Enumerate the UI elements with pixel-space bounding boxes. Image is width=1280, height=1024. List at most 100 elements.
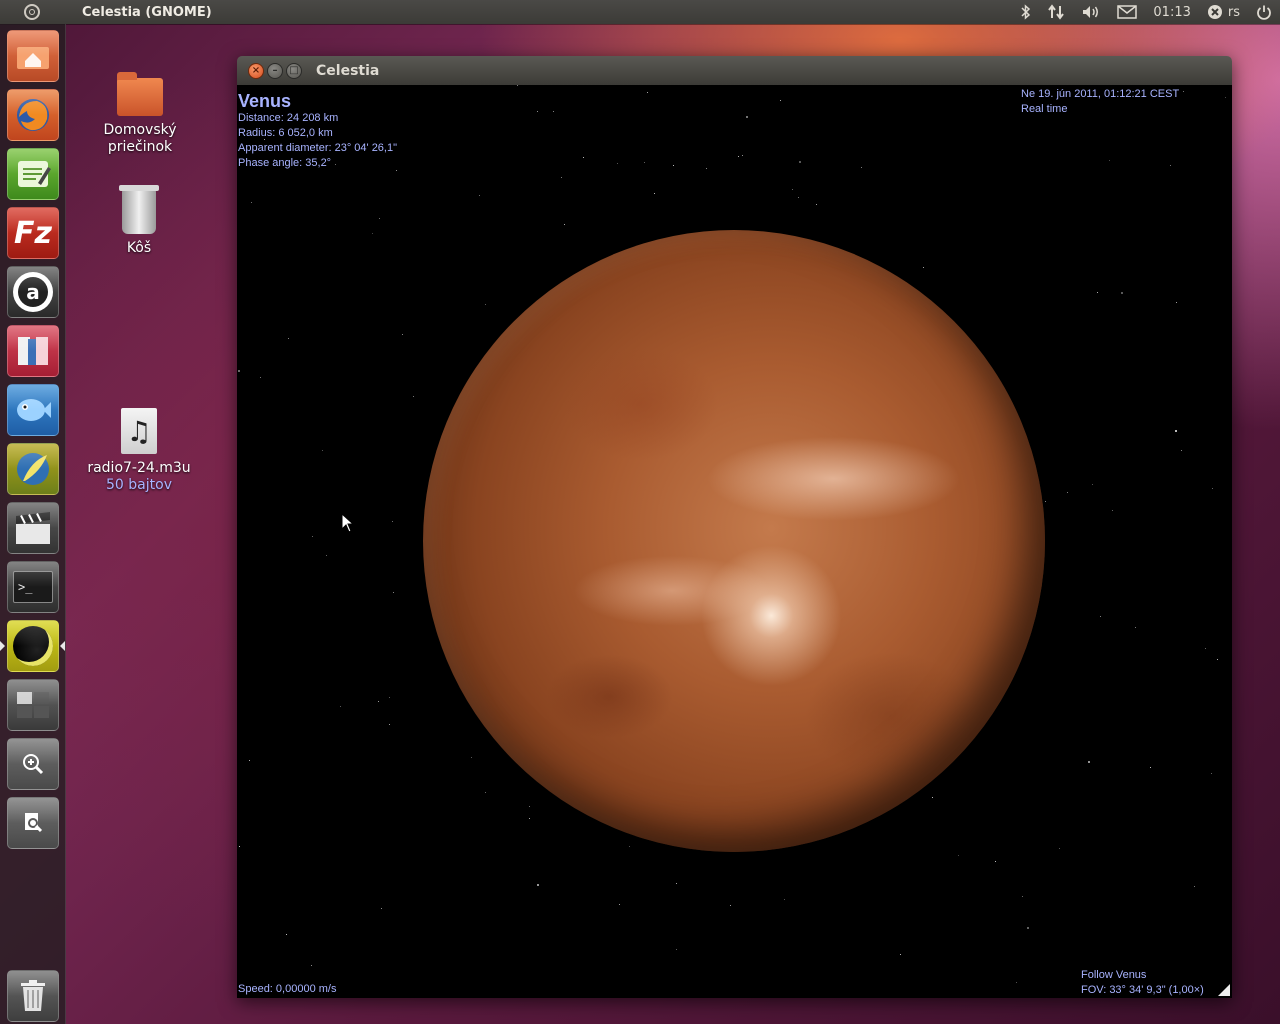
star — [1121, 292, 1123, 294]
star — [260, 377, 261, 378]
desktop-icon-trash[interactable]: Kôš — [84, 185, 194, 257]
star — [629, 846, 630, 847]
launcher-celestia[interactable] — [7, 620, 59, 672]
messaging-indicator[interactable] — [1109, 0, 1145, 24]
trash-icon — [21, 980, 45, 1011]
home-folder-icon — [117, 72, 163, 116]
minimize-button[interactable]: – — [267, 62, 283, 79]
star — [780, 100, 781, 101]
star — [485, 304, 486, 305]
star — [1170, 165, 1171, 166]
star — [288, 338, 289, 339]
star — [485, 792, 486, 793]
launcher-feather[interactable] — [7, 443, 59, 495]
workspace-switcher-icon — [17, 692, 49, 718]
star — [286, 934, 287, 935]
trash-icon — [119, 185, 159, 234]
user-status-icon — [1207, 5, 1222, 19]
star — [392, 521, 393, 522]
text-editor-icon — [18, 161, 51, 187]
launcher-home-folder[interactable] — [7, 30, 59, 82]
launcher-applications-lens[interactable] — [7, 738, 59, 790]
star — [1176, 302, 1177, 303]
network-updown-icon — [1048, 4, 1065, 20]
hud-distance: Distance: 24 208 km — [238, 112, 339, 124]
star — [676, 883, 677, 884]
desktop-icon-label: Kôš — [126, 240, 152, 256]
hud-radius: Radius: 6 052,0 km — [238, 127, 333, 139]
envelope-icon — [1117, 5, 1138, 19]
star — [393, 592, 394, 593]
desktop-icon-label: Domovský priečinok — [103, 122, 177, 155]
hud-time-info: Ne 19. jún 2011, 01:12:21 CEST Real time — [1021, 87, 1179, 117]
launcher-audacious[interactable]: a — [7, 266, 59, 318]
star — [816, 204, 817, 205]
close-button[interactable]: × — [248, 62, 264, 79]
desktop-icon-home[interactable]: Domovský priečinok — [85, 72, 195, 156]
maximize-icon: □ — [289, 65, 299, 76]
indicator-area: 01:13 rs — [1013, 0, 1280, 24]
launcher-filezilla[interactable]: Fz — [7, 207, 59, 259]
celestia-icon — [13, 626, 53, 666]
launcher-books[interactable] — [7, 325, 59, 377]
feather-icon — [17, 453, 49, 485]
launcher-terminal[interactable]: >_ — [7, 561, 59, 613]
launcher-fish[interactable] — [7, 384, 59, 436]
resize-grip[interactable] — [1218, 984, 1230, 996]
sound-indicator[interactable] — [1073, 0, 1109, 24]
star — [1022, 896, 1023, 897]
user-name: rs — [1227, 4, 1240, 20]
clapperboard-icon — [16, 512, 50, 544]
launcher-gedit[interactable] — [7, 148, 59, 200]
launcher-firefox[interactable] — [7, 89, 59, 141]
hud-phase-angle: Phase angle: 35,2° — [238, 157, 332, 169]
ubuntu-logo-icon — [24, 4, 40, 20]
star — [249, 760, 250, 761]
star — [1112, 510, 1113, 511]
star — [471, 757, 472, 758]
star — [251, 202, 252, 203]
launcher-trash[interactable] — [7, 970, 59, 1022]
minimize-icon: – — [272, 65, 278, 76]
session-indicator[interactable] — [1248, 0, 1280, 24]
network-indicator[interactable] — [1039, 0, 1073, 24]
hud-time-mode: Real time — [1021, 103, 1068, 115]
hud-follow: Follow Venus — [1081, 969, 1147, 981]
launcher-video-editor[interactable] — [7, 502, 59, 554]
star — [742, 155, 743, 156]
star — [381, 908, 382, 909]
star — [617, 163, 618, 164]
star — [995, 861, 996, 862]
star — [529, 806, 530, 807]
window-titlebar[interactable]: × – □ Celestia — [237, 56, 1232, 86]
star — [923, 267, 924, 268]
dash-button[interactable] — [0, 0, 64, 24]
mouse-pointer-icon — [341, 513, 355, 533]
books-icon — [18, 337, 48, 365]
desktop-icon-label: radio7-24.m3u — [87, 460, 191, 476]
clock-indicator[interactable]: 01:13 — [1145, 0, 1198, 24]
star — [529, 818, 530, 819]
venus-planet[interactable] — [423, 230, 1045, 852]
user-indicator[interactable]: rs — [1199, 0, 1248, 24]
desktop-icon-m3u[interactable]: ♫ radio7-24.m3u 50 bajtov — [84, 408, 194, 494]
audacious-icon: a — [13, 272, 53, 312]
launcher-files-lens[interactable] — [7, 797, 59, 849]
hud-datetime: Ne 19. jún 2011, 01:12:21 CEST — [1021, 88, 1180, 100]
star — [517, 85, 518, 86]
maximize-button[interactable]: □ — [286, 62, 302, 79]
star — [900, 954, 901, 955]
star — [564, 224, 565, 225]
launcher-workspace-switcher[interactable] — [7, 679, 59, 731]
star — [654, 193, 655, 194]
star — [1194, 886, 1195, 887]
star — [792, 189, 793, 190]
star — [1150, 767, 1151, 768]
star — [958, 855, 959, 856]
bluetooth-indicator[interactable] — [1013, 0, 1039, 24]
star — [312, 536, 313, 537]
celestia-viewport[interactable]: Venus Distance: 24 208 km Radius: 6 052,… — [237, 85, 1232, 998]
star — [583, 157, 584, 158]
star — [1059, 848, 1060, 849]
star — [1212, 488, 1213, 489]
